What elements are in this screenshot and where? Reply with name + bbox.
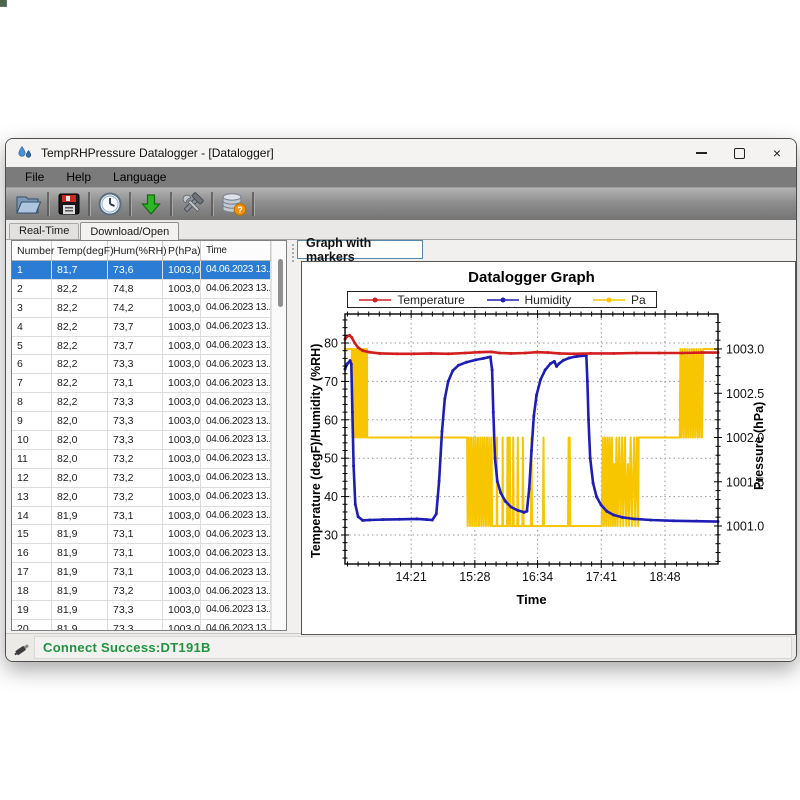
window-controls: ×	[682, 139, 796, 167]
content-area: NumberTemp(degF)Hum(%RH)P(hPa)Time 181,7…	[6, 240, 796, 633]
toolbar-separator	[211, 192, 214, 216]
table-row[interactable]: 882,273,31003,004.06.2023 13...	[12, 393, 271, 412]
menu-language[interactable]: Language	[102, 167, 177, 187]
chart-panel: Datalogger Graph TemperatureHumidityPa T…	[301, 261, 796, 635]
time-button[interactable]	[94, 190, 126, 218]
background-artifact	[0, 0, 7, 7]
status-text: Connect Success:DT191B	[43, 640, 211, 655]
svg-text:70: 70	[324, 375, 338, 389]
minimize-button[interactable]	[682, 139, 720, 167]
svg-text:40: 40	[324, 490, 338, 504]
table-row[interactable]: 982,073,31003,004.06.2023 13...	[12, 412, 271, 431]
table-header: NumberTemp(degF)Hum(%RH)P(hPa)Time	[12, 241, 271, 261]
svg-text:1003.0: 1003.0	[726, 343, 764, 357]
svg-text:1002.5: 1002.5	[726, 387, 764, 401]
tab-download-open[interactable]: Download/Open	[80, 222, 179, 240]
column-header[interactable]: P(hPa)	[163, 241, 201, 260]
download-arrow-icon	[139, 192, 163, 216]
save-icon	[57, 192, 81, 216]
svg-text:50: 50	[324, 452, 338, 466]
table-rows: 181,773,61003,004.06.2023 13...282,274,8…	[12, 261, 271, 630]
menu-file[interactable]: File	[14, 167, 55, 187]
table-scrollbar[interactable]	[271, 241, 286, 630]
table-row[interactable]: 1881,973,21003,004.06.2023 13...	[12, 582, 271, 601]
series-temperature-line	[345, 335, 718, 354]
svg-text:30: 30	[324, 529, 338, 543]
table-row[interactable]: 1981,973,31003,004.06.2023 13...	[12, 601, 271, 620]
table-row[interactable]: 1581,973,11003,004.06.2023 13...	[12, 525, 271, 544]
svg-text:18:48: 18:48	[649, 570, 680, 584]
panel-splitter[interactable]	[289, 242, 297, 264]
svg-text:15:28: 15:28	[459, 570, 490, 584]
svg-text:17:41: 17:41	[586, 570, 617, 584]
tools-icon	[179, 191, 205, 217]
open-folder-button[interactable]	[12, 190, 44, 218]
window-title: TempRHPressure Datalogger - [Datalogger]	[41, 146, 682, 160]
column-header[interactable]: Hum(%RH)	[108, 241, 163, 260]
svg-text:60: 60	[324, 413, 338, 427]
svg-text:1002.0: 1002.0	[726, 431, 764, 445]
svg-text:1001.5: 1001.5	[726, 475, 764, 489]
settings-button[interactable]	[176, 190, 208, 218]
table-row[interactable]: 1082,073,31003,004.06.2023 13...	[12, 431, 271, 450]
column-header[interactable]: Number	[12, 241, 52, 260]
status-panel: Connect Success:DT191B	[34, 636, 792, 659]
download-button[interactable]	[135, 190, 167, 218]
svg-text:80: 80	[324, 337, 338, 351]
toolbar-separator	[170, 192, 173, 216]
app-icon	[16, 144, 34, 162]
clock-icon	[97, 191, 123, 217]
table-row[interactable]: 1382,073,21003,004.06.2023 13...	[12, 488, 271, 507]
svg-text:16:34: 16:34	[522, 570, 553, 584]
menu-help[interactable]: Help	[55, 167, 102, 187]
table-row[interactable]: 1282,073,21003,004.06.2023 13...	[12, 469, 271, 488]
table-main: NumberTemp(degF)Hum(%RH)P(hPa)Time 181,7…	[12, 241, 271, 630]
table-row[interactable]: 2081,973,31003,004.06.2023 13...	[12, 620, 271, 630]
graph-with-markers-button[interactable]: Graph with markers	[297, 240, 423, 259]
toolbar-separator	[129, 192, 132, 216]
minimize-icon	[696, 152, 707, 154]
close-button[interactable]: ×	[758, 139, 796, 167]
data-table: NumberTemp(degF)Hum(%RH)P(hPa)Time 181,7…	[11, 240, 287, 631]
table-row[interactable]: 682,273,31003,004.06.2023 13...	[12, 355, 271, 374]
table-row[interactable]: 282,274,81003,004.06.2023 13...	[12, 280, 271, 299]
app-window: TempRHPressure Datalogger - [Datalogger]…	[5, 138, 797, 662]
table-row[interactable]: 1681,973,11003,004.06.2023 13...	[12, 544, 271, 563]
svg-text:14:21: 14:21	[396, 570, 427, 584]
maximize-icon	[734, 148, 745, 159]
column-header[interactable]: Temp(degF)	[52, 241, 108, 260]
scrollbar-thumb[interactable]	[278, 259, 283, 307]
toolbar-separator	[47, 192, 50, 216]
table-row[interactable]: 181,773,61003,004.06.2023 13...	[12, 261, 271, 280]
database-help-icon: ?	[220, 191, 247, 217]
open-folder-icon	[15, 192, 42, 216]
table-row[interactable]: 382,274,21003,004.06.2023 13...	[12, 299, 271, 318]
svg-text:?: ?	[237, 205, 243, 215]
desktop-background: TempRHPressure Datalogger - [Datalogger]…	[0, 0, 800, 800]
toolbar-separator	[88, 192, 91, 216]
column-header[interactable]: Time	[201, 241, 271, 260]
table-row[interactable]: 1481,973,11003,004.06.2023 13...	[12, 507, 271, 526]
menu-bar: File Help Language	[6, 167, 796, 187]
title-bar[interactable]: TempRHPressure Datalogger - [Datalogger]…	[6, 139, 796, 167]
status-bar: Connect Success:DT191B	[6, 633, 796, 661]
table-row[interactable]: 1182,073,21003,004.06.2023 13...	[12, 450, 271, 469]
save-button[interactable]	[53, 190, 85, 218]
toolbar: ?	[6, 187, 796, 220]
svg-text:1001.0: 1001.0	[726, 520, 764, 534]
tab-real-time[interactable]: Real-Time	[9, 223, 79, 239]
table-row[interactable]: 782,273,11003,004.06.2023 13...	[12, 374, 271, 393]
maximize-button[interactable]	[720, 139, 758, 167]
table-row[interactable]: 1781,973,11003,004.06.2023 13...	[12, 563, 271, 582]
chart-plot: 14:21 15:28 16:34 17:41 18:48 80 70 60 50 40 30 100…	[302, 262, 795, 634]
table-row[interactable]: 482,273,71003,004.06.2023 13...	[12, 318, 271, 337]
data-button[interactable]: ?	[217, 190, 249, 218]
table-row[interactable]: 582,273,71003,004.06.2023 13...	[12, 337, 271, 356]
connector-icon	[12, 639, 32, 657]
toolbar-separator	[252, 192, 255, 216]
